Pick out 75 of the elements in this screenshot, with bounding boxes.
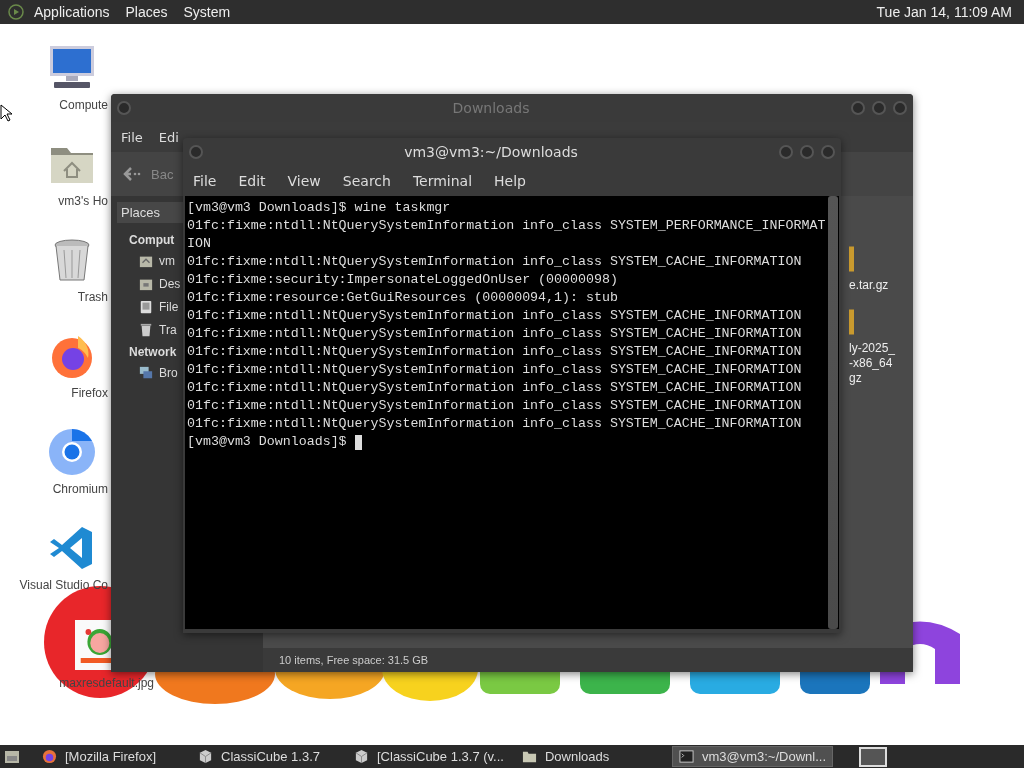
firefox-icon — [42, 749, 57, 764]
folder-icon — [521, 749, 537, 764]
pointer-icon — [0, 104, 12, 122]
window-button[interactable] — [189, 145, 203, 159]
terminal-line: 01fc:fixme:resource:GetGuiResources (00000094,1): stub — [187, 289, 619, 307]
panel-menu[interactable]: System — [183, 4, 231, 20]
terminal-line: 01fc:fixme:ntdll:NtQuerySystemInformation info_class SYSTEM_CACHE_INFORMATION — [187, 307, 803, 325]
menu-item[interactable]: File — [193, 173, 217, 189]
menu-item[interactable]: Terminal — [412, 173, 473, 189]
trash-icon — [139, 322, 153, 337]
icon-label[interactable]: Chromium — [52, 482, 108, 496]
window-button[interactable] — [800, 145, 814, 159]
icon-label[interactable]: vm3's Ho — [58, 194, 108, 208]
window-button[interactable] — [851, 101, 865, 115]
archive-icon[interactable] — [849, 307, 854, 337]
drive-icon — [139, 299, 153, 314]
menu-item[interactable]: Search — [342, 173, 391, 189]
terminal-line: 01fc:fixme:security:ImpersonateLoggedOnUser (00000098) — [187, 271, 619, 289]
icon-label[interactable]: Firefox — [71, 386, 108, 400]
menu-item[interactable]: Help — [494, 173, 526, 189]
sidebar-tab[interactable]: Places — [117, 202, 185, 223]
taskbar-button[interactable]: Downloads — [515, 746, 666, 767]
terminal-line: 01fc:fixme:ntdll:NtQuerySystemInformation info_class SYSTEM_CACHE_INFORMATION — [187, 415, 803, 433]
icon-label[interactable]: Compute — [59, 98, 108, 112]
sidebar-item[interactable]: Tra — [159, 322, 177, 337]
sidebar-heading: Network — [128, 345, 177, 359]
window-title: vm3@vm3:~/Downloads — [403, 144, 579, 160]
terminal-line: 01fc:fixme:ntdll:NtQuerySystemInformation info_class SYSTEM_CACHE_INFORMATION — [187, 361, 803, 379]
sidebar-heading: Comput — [128, 233, 175, 247]
show-desktop-icon[interactable] — [4, 749, 20, 764]
menu-item[interactable]: View — [287, 173, 321, 189]
status-text: 10 items, Free space: 31.5 GB — [279, 654, 429, 666]
window-button[interactable] — [872, 101, 886, 115]
text-cursor — [354, 434, 362, 450]
file-name[interactable]: e.tar.gz — [849, 278, 889, 293]
menu-item[interactable]: Edit — [238, 173, 266, 189]
terminal-line: 01fc:fixme:ntdll:NtQuerySystemInformation info_class SYSTEM_CACHE_INFORMATION — [187, 325, 803, 343]
taskbar-button[interactable]: vm3@vm3:~/Downl... — [671, 746, 833, 767]
taskbar-button[interactable]: [ClassiCube 1.3.7 (v... — [348, 746, 510, 767]
chromium-icon — [48, 428, 96, 476]
sidebar-item[interactable]: File — [159, 299, 179, 314]
panel-menu[interactable]: Applications — [34, 4, 110, 20]
icon-label[interactable]: Trash — [77, 290, 108, 304]
window-button[interactable] — [821, 145, 835, 159]
window-button[interactable] — [893, 101, 907, 115]
terminal-line: 01fc:fixme:ntdll:NtQuerySystemInformation info_class SYSTEM_CACHE_INFORMATION — [187, 397, 803, 415]
menu-item[interactable]: Edi — [158, 129, 179, 145]
menu-item[interactable]: File — [121, 129, 143, 145]
network-icon — [139, 365, 153, 380]
cube-icon — [354, 749, 369, 764]
terminal-line: 01fc:fixme:ntdll:NtQuerySystemInformation info_class SYSTEM_CACHE_INFORMATION — [187, 343, 803, 361]
terminal-line: [vm3@vm3 Downloads]$ wine taskmgr — [187, 199, 452, 217]
window-button[interactable] — [779, 145, 793, 159]
terminal-line: 01fc:fixme:ntdll:NtQuerySystemInformation info_class SYSTEM_CACHE_INFORMATION — [187, 379, 803, 397]
terminal-prompt: [vm3@vm3 Downloads]$ — [187, 433, 347, 451]
back-arrow-icon[interactable] — [121, 166, 143, 182]
terminal-line: 01fc:fixme:ntdll:NtQuerySystemInformation info_class SYSTEM_CACHE_INFORMATION — [187, 253, 803, 271]
terminal-line: 01fc:fixme:ntdll:NtQuerySystemInformation info_class SYSTEM_PERFORMANCE_INFORMAT — [187, 217, 826, 235]
file-name[interactable]: ly-2025_ -x86_64 gz — [849, 341, 896, 386]
sidebar-item[interactable]: Bro — [159, 365, 178, 380]
taskbar-button[interactable]: ClassiCube 1.3.7 — [192, 746, 342, 767]
archive-icon[interactable] — [849, 244, 854, 274]
sidebar-item[interactable]: Des — [159, 276, 181, 291]
panel-menu[interactable]: Places — [125, 4, 168, 20]
workspace-switcher[interactable] — [859, 746, 887, 767]
window-title: Downloads — [451, 100, 531, 116]
scrollbar[interactable] — [828, 196, 838, 629]
terminal-icon — [678, 749, 694, 764]
play-circle-icon[interactable] — [8, 4, 24, 20]
terminal-line: ION — [187, 235, 212, 253]
window-button[interactable] — [117, 101, 131, 115]
taskbar-button[interactable]: [Mozilla Firefox] — [36, 746, 186, 767]
clock[interactable]: Tue Jan 14, 11:09 AM — [876, 4, 1012, 20]
cube-icon — [198, 749, 213, 764]
sidebar-item[interactable]: vm — [159, 253, 175, 268]
